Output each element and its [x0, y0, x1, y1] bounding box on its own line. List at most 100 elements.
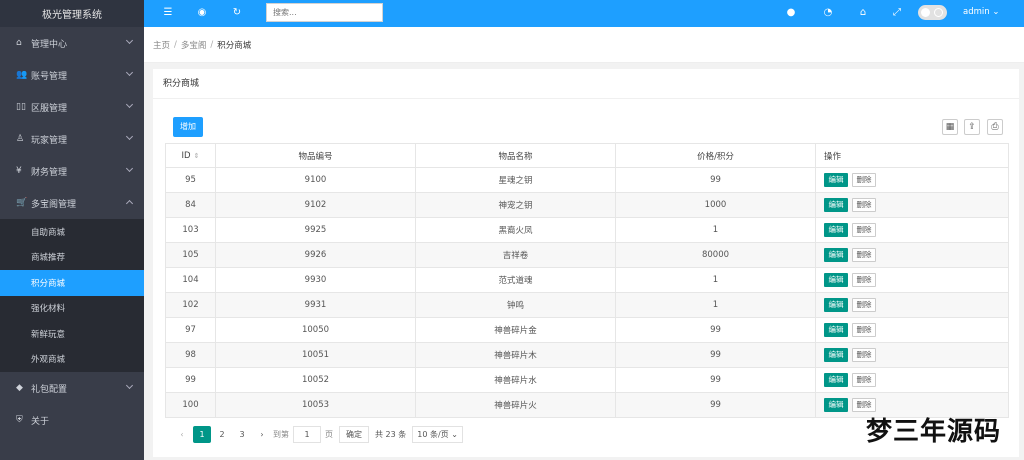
page-1[interactable]: 1 — [193, 425, 211, 443]
chevron-down-icon — [125, 100, 134, 109]
cell-price: 1 — [615, 217, 816, 243]
cell-item-code: 9931 — [215, 292, 416, 318]
edit-button[interactable]: 编辑 — [824, 223, 848, 237]
goto-page-input[interactable]: 1 — [293, 425, 321, 443]
table-header-row: ID ⇕ 物品编号 物品名称 价格/积分 操作 — [165, 143, 1009, 168]
cell-item-name: 神宠之钥 — [415, 192, 616, 218]
sidebar-item-servers[interactable]: ▯▯ 区服管理 — [0, 91, 144, 123]
dashboard-icon[interactable]: ◔ — [821, 6, 835, 20]
cell-id: 104 — [165, 267, 216, 293]
edit-button[interactable]: 编辑 — [824, 273, 848, 287]
menu-toggle-icon[interactable]: ☰ — [161, 6, 175, 20]
columns-filter-icon[interactable]: ▦ — [942, 119, 958, 135]
cell-item-name: 黑裔火凤 — [415, 217, 616, 243]
edit-button[interactable]: 编辑 — [824, 173, 848, 187]
delete-button[interactable]: 删除 — [852, 398, 876, 412]
breadcrumb-current: 积分商城 — [217, 40, 252, 51]
sidebar-item-treasure[interactable]: 🛒 多宝阁管理 — [0, 187, 144, 219]
cell-price: 99 — [615, 317, 816, 343]
breadcrumb-treasure[interactable]: 多宝阁 — [181, 39, 207, 51]
cell-item-code: 9925 — [215, 217, 416, 243]
breadcrumb-separator: / — [174, 39, 177, 50]
cell-item-code: 9102 — [215, 192, 416, 218]
delete-button[interactable]: 删除 — [852, 323, 876, 337]
delete-button[interactable]: 删除 — [852, 298, 876, 312]
cell-item-code: 9930 — [215, 267, 416, 293]
sidebar-item-finance[interactable]: ¥ 财务管理 — [0, 155, 144, 187]
page-2[interactable]: 2 — [213, 426, 231, 443]
cell-price: 1 — [615, 292, 816, 318]
edit-button[interactable]: 编辑 — [824, 323, 848, 337]
table-row: 95 9100 星魂之钥 99 编辑 删除 — [165, 167, 1009, 193]
search-input[interactable] — [266, 3, 383, 22]
cell-price: 99 — [615, 167, 816, 193]
gift-icon: ◆ — [16, 383, 23, 393]
delete-button[interactable]: 删除 — [852, 248, 876, 262]
app-title: 极光管理系统 — [0, 0, 144, 27]
cell-id: 103 — [165, 217, 216, 243]
cell-item-name: 星魂之钥 — [415, 167, 616, 193]
fullscreen-icon[interactable]: ⤢ — [890, 6, 904, 20]
submenu-item-novelties[interactable]: 新鲜玩意 — [0, 321, 144, 347]
column-header-id[interactable]: ID ⇕ — [165, 143, 216, 168]
edit-button[interactable]: 编辑 — [824, 298, 848, 312]
print-icon[interactable]: ⎙ — [987, 119, 1003, 135]
prev-page-icon[interactable]: ‹ — [173, 426, 191, 443]
chevron-down-icon — [125, 381, 134, 390]
cell-item-name: 神兽碎片金 — [415, 317, 616, 343]
delete-button[interactable]: 删除 — [852, 373, 876, 387]
sidebar-item-label: 账号管理 — [31, 71, 68, 82]
delete-button[interactable]: 删除 — [852, 198, 876, 212]
table-row: 84 9102 神宠之钥 1000 编辑 删除 — [165, 192, 1009, 218]
chevron-down-icon — [125, 132, 134, 141]
notification-icon[interactable]: ● — [784, 6, 798, 20]
edit-button[interactable]: 编辑 — [824, 398, 848, 412]
table-body: 95 9100 星魂之钥 99 编辑 删除 84 9102 神宠之钥 1000 编辑 删除 103 992… — [165, 167, 1009, 418]
theme-toggle[interactable] — [918, 5, 947, 20]
breadcrumb-home[interactable]: 主页 — [153, 39, 170, 51]
submenu-item-self-shop[interactable]: 自助商城 — [0, 219, 144, 245]
sidebar-item-accounts[interactable]: 👥 账号管理 — [0, 59, 144, 91]
sort-icon[interactable]: ⇕ — [194, 152, 200, 160]
page-size-select[interactable]: 10 条/页 ⌄ — [412, 425, 463, 443]
page-3[interactable]: 3 — [233, 426, 251, 443]
cell-item-code: 9926 — [215, 242, 416, 268]
toggle-knob-outline — [934, 8, 943, 17]
edit-button[interactable]: 编辑 — [824, 198, 848, 212]
delete-button[interactable]: 删除 — [852, 223, 876, 237]
sidebar-item-players[interactable]: ♙ 玩家管理 — [0, 123, 144, 155]
next-page-icon[interactable]: › — [253, 426, 271, 443]
refresh-icon[interactable]: ↻ — [230, 6, 244, 20]
sidebar-item-label: 区服管理 — [31, 103, 68, 114]
edit-button[interactable]: 编辑 — [824, 373, 848, 387]
submenu-item-shop-recommend[interactable]: 商城推荐 — [0, 245, 144, 271]
table-row: 104 9930 范式道魂 1 编辑 删除 — [165, 267, 1009, 293]
chevron-down-icon — [125, 36, 134, 45]
sidebar-item-about[interactable]: ⛨ 关于 — [0, 404, 144, 436]
goto-confirm-button[interactable]: 确定 — [339, 425, 369, 443]
delete-button[interactable]: 删除 — [852, 273, 876, 287]
delete-button[interactable]: 删除 — [852, 173, 876, 187]
cell-item-name: 神兽碎片水 — [415, 367, 616, 393]
cell-price: 80000 — [615, 242, 816, 268]
edit-button[interactable]: 编辑 — [824, 348, 848, 362]
sidebar-item-admin-center[interactable]: ⌂ 管理中心 — [0, 27, 144, 59]
user-menu[interactable]: admin ⌄ — [963, 7, 999, 17]
cell-item-code: 10053 — [215, 392, 416, 418]
submenu-item-points-shop[interactable]: 积分商城 — [0, 270, 144, 296]
user-icon: ♙ — [16, 134, 25, 144]
submenu-item-enhance-materials[interactable]: 强化材料 — [0, 296, 144, 322]
chevron-down-icon — [125, 68, 134, 77]
delete-button[interactable]: 删除 — [852, 348, 876, 362]
sidebar-item-gift-config[interactable]: ◆ 礼包配置 — [0, 372, 144, 404]
submenu-item-appearance-shop[interactable]: 外观商城 — [0, 347, 144, 373]
edit-button[interactable]: 编辑 — [824, 248, 848, 262]
add-button[interactable]: 增加 — [173, 117, 203, 137]
export-icon[interactable]: ⇪ — [964, 119, 980, 135]
card-title: 积分商城 — [153, 69, 1019, 99]
globe-icon[interactable]: ◉ — [195, 6, 209, 20]
total-count: 共 23 条 — [375, 429, 407, 439]
cell-id: 98 — [165, 342, 216, 368]
tag-icon[interactable]: ⌂ — [856, 6, 870, 20]
submenu-treasure: 自助商城 商城推荐 积分商城 强化材料 新鲜玩意 外观商城 — [0, 219, 144, 372]
